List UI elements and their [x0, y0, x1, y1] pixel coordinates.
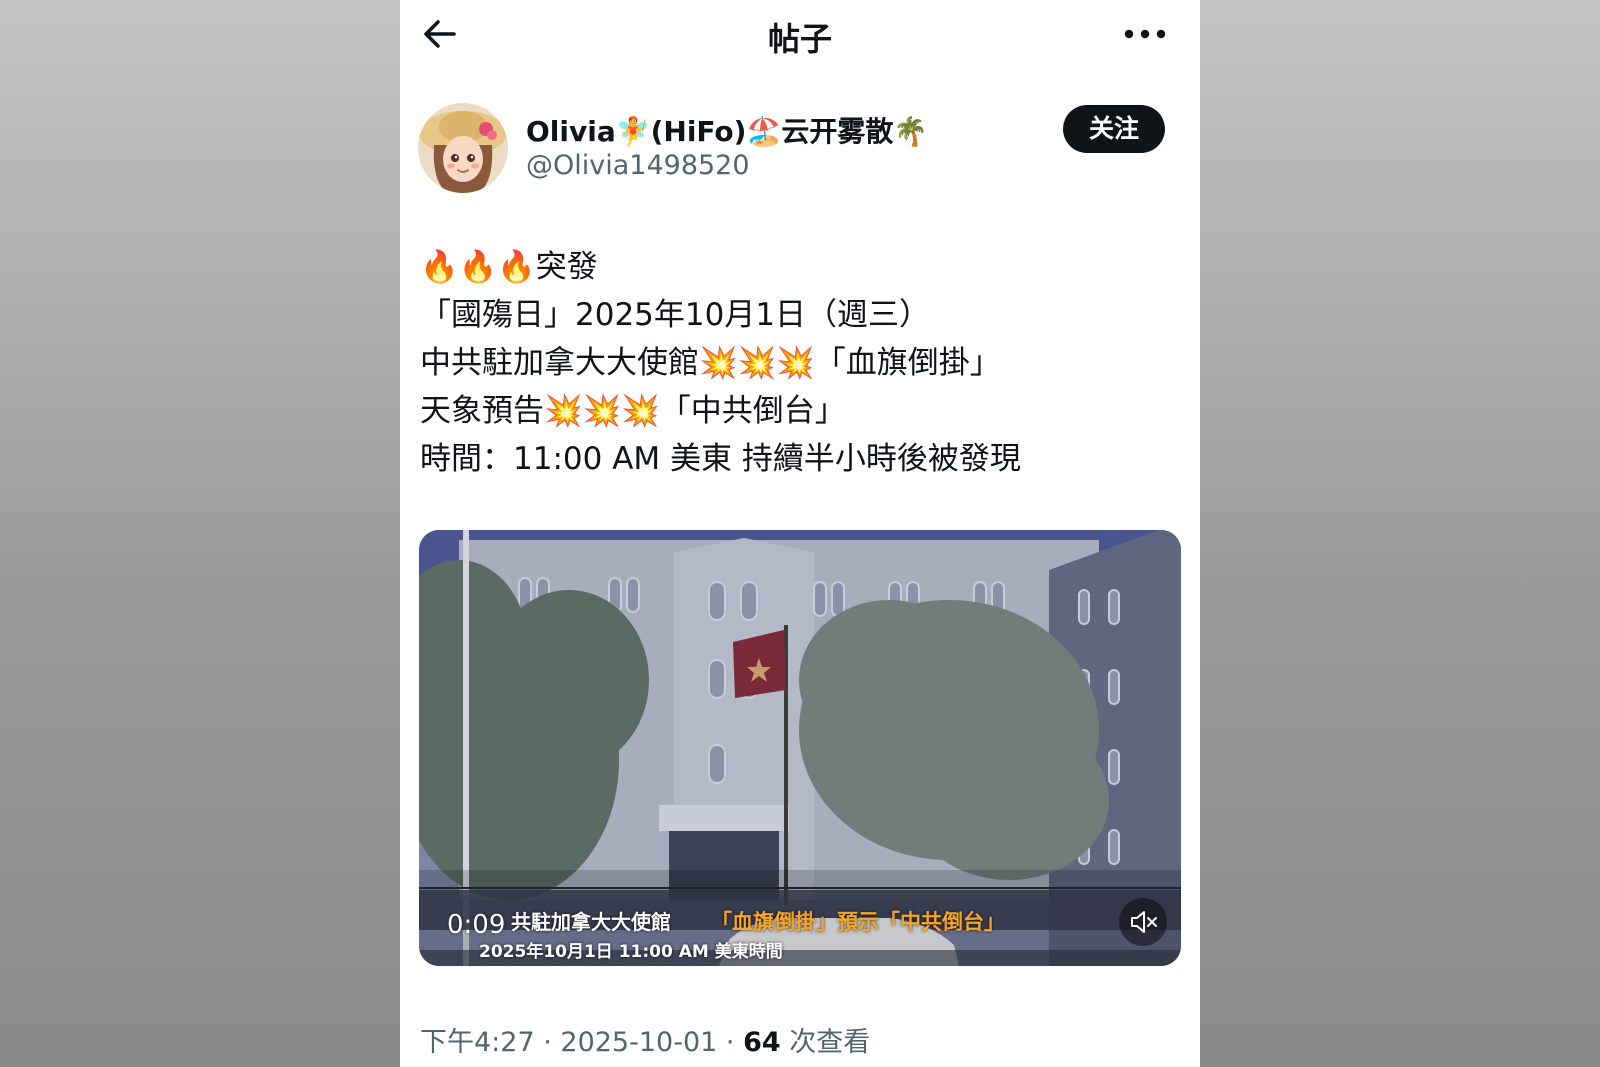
mute-button[interactable] [1119, 898, 1167, 946]
author-display-name[interactable]: Olivia🧚(HiFo)🏖️云开雾散🌴 [526, 110, 928, 150]
post-text: 🔥🔥🔥突發 「國殤日」2025年10月1日（週三） 中共駐加拿大大使館💥💥💥「血… [420, 243, 1180, 483]
post-meta: 下午4:27 · 2025-10-01 · 64 次查看 [420, 1020, 870, 1059]
post-line: 天象預告💥💥💥「中共倒台」 [420, 393, 846, 429]
post-time[interactable]: 下午4:27 [420, 1027, 535, 1058]
views-label: 次查看 [781, 1027, 871, 1058]
author-handle[interactable]: @Olivia1498520 [526, 150, 750, 181]
page-title: 帖子 [767, 20, 832, 58]
more-horizontal-icon [1124, 29, 1166, 39]
post-line: 「國殤日」2025年10月1日（週三） [420, 297, 931, 333]
follow-button[interactable]: 关注 [1063, 105, 1165, 153]
post-line: 🔥🔥🔥突發 [420, 249, 598, 285]
avatar-girl-straw-hat-icon [418, 103, 508, 193]
more-options-button[interactable] [1120, 16, 1170, 52]
post-line: 時間：11:00 AM 美東 持續半小時後被發現 [420, 441, 1021, 477]
post-date[interactable]: 2025-10-01 [560, 1027, 717, 1058]
video-caption-orange: 「血旗倒掛」預示「中共倒台」 [711, 910, 1005, 934]
meta-separator: · [534, 1027, 561, 1058]
view-count: 64 [743, 1027, 781, 1058]
views-label-text: 次查看 [789, 1027, 871, 1058]
avatar[interactable] [418, 103, 508, 193]
post-line: 中共駐加拿大大使館💥💥💥「血旗倒掛」 [420, 345, 1001, 381]
meta-separator: · [717, 1027, 744, 1058]
top-bar: 帖子 [400, 0, 1200, 66]
volume-muted-icon [1131, 911, 1157, 933]
post-screen: 帖子 Olivia🧚(HiFo)🏖️云开雾散🌴 @Olivia1498520 关… [400, 0, 1200, 1067]
video-caption-white: 共駐加拿大大使館 [511, 910, 671, 934]
video-frame [419, 530, 1181, 966]
video-elapsed-time: 0:09 [447, 910, 506, 940]
video-player[interactable]: 0:09 共駐加拿大大使館 「血旗倒掛」預示「中共倒台」 2025年10月1日 … [419, 530, 1181, 966]
video-caption-date: 2025年10月1日 11:00 AM 美東時間 [479, 942, 783, 962]
